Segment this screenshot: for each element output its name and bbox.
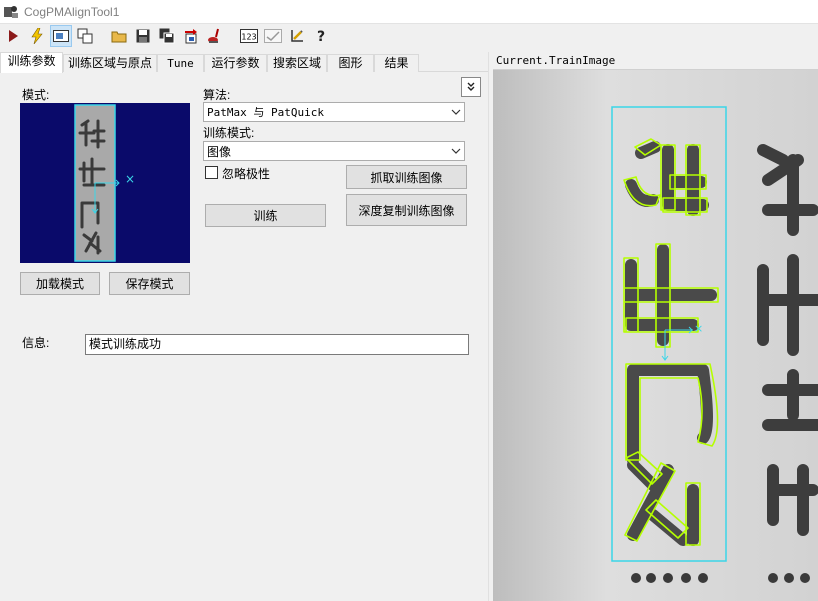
edit-measure-icon [291, 30, 303, 42]
help-icon: ? [317, 29, 325, 44]
algorithm-label: 算法: [203, 88, 231, 102]
collapse-button[interactable] [461, 77, 481, 97]
toolbar: 123 ? [0, 24, 818, 48]
tab-tune[interactable]: Tune [157, 54, 204, 72]
edit-measure-button[interactable] [286, 25, 308, 47]
pattern-label: 模式: [22, 88, 50, 102]
train-image-display[interactable]: × [493, 70, 818, 601]
ignore-polarity-checkbox[interactable] [205, 166, 218, 179]
chevron-down-icon [448, 142, 464, 160]
ignore-polarity-label: 忽略极性 [222, 167, 271, 181]
windows-icon [77, 28, 93, 44]
display-button[interactable] [50, 25, 72, 47]
train-mode-select[interactable]: 图像 [203, 141, 465, 161]
train-mode-value: 图像 [207, 144, 232, 159]
tool-button[interactable] [204, 25, 226, 47]
windows-button[interactable] [74, 25, 96, 47]
image-view-title: Current.TrainImage [493, 52, 818, 70]
info-label: 信息: [22, 336, 50, 350]
import-icon [185, 29, 197, 44]
deep-copy-train-image-button[interactable]: 深度复制训练图像 [346, 194, 467, 226]
checkmark-graph-icon [264, 29, 282, 43]
tool-icon [208, 28, 219, 43]
import-button[interactable] [180, 25, 202, 47]
save-button[interactable] [132, 25, 154, 47]
train-image: × [493, 70, 818, 601]
chevron-down-double-icon [467, 82, 475, 91]
run-icon [9, 30, 18, 42]
display-icon [53, 30, 69, 42]
app-icon [3, 4, 19, 20]
numeric-123-icon: 123 [240, 29, 258, 43]
tab-results[interactable]: 结果 [374, 54, 419, 72]
tab-graphics[interactable]: 图形 [327, 54, 374, 72]
pattern-image: × [74, 104, 135, 262]
save-as-icon [159, 28, 175, 44]
open-folder-icon [111, 31, 127, 43]
graph-button[interactable] [262, 25, 284, 47]
svg-text:×: × [125, 172, 135, 186]
svg-text:?: ? [317, 29, 325, 44]
save-icon [136, 29, 150, 43]
open-button[interactable] [108, 25, 130, 47]
svg-text:×: × [694, 322, 703, 335]
pattern-display[interactable]: × [20, 103, 190, 263]
train-params-panel: 模式: × 算法: PatMax 与 PatQuick 训练模式: 图像 忽略极 [0, 72, 488, 601]
run-button[interactable] [2, 25, 24, 47]
help-button[interactable]: ? [310, 25, 332, 47]
electric-icon [31, 28, 43, 44]
train-mode-label: 训练模式: [203, 126, 255, 140]
title-bar: CogPMAlignTool1 [0, 0, 818, 24]
electric-button[interactable] [26, 25, 48, 47]
tab-train-params[interactable]: 训练参数 [0, 52, 63, 73]
save-as-button[interactable] [156, 25, 178, 47]
svg-text:123: 123 [241, 33, 256, 42]
tab-search-region[interactable]: 搜索区域 [267, 54, 327, 72]
tab-train-region-origin[interactable]: 训练区域与原点 [63, 54, 157, 72]
info-field[interactable]: 模式训练成功 [85, 334, 469, 355]
chevron-down-icon [448, 103, 464, 121]
grab-train-image-button[interactable]: 抓取训练图像 [346, 165, 467, 189]
window-title: CogPMAlignTool1 [24, 4, 120, 19]
tab-strip: 训练参数 训练区域与原点 Tune 运行参数 搜索区域 图形 结果 [0, 52, 488, 73]
train-button[interactable]: 训练 [205, 204, 326, 227]
tab-run-params[interactable]: 运行参数 [204, 54, 267, 72]
algorithm-value: PatMax 与 PatQuick [207, 106, 324, 119]
load-pattern-button[interactable]: 加载模式 [20, 272, 100, 295]
numeric-button[interactable]: 123 [238, 25, 260, 47]
save-pattern-button[interactable]: 保存模式 [109, 272, 190, 295]
algorithm-select[interactable]: PatMax 与 PatQuick [203, 102, 465, 122]
